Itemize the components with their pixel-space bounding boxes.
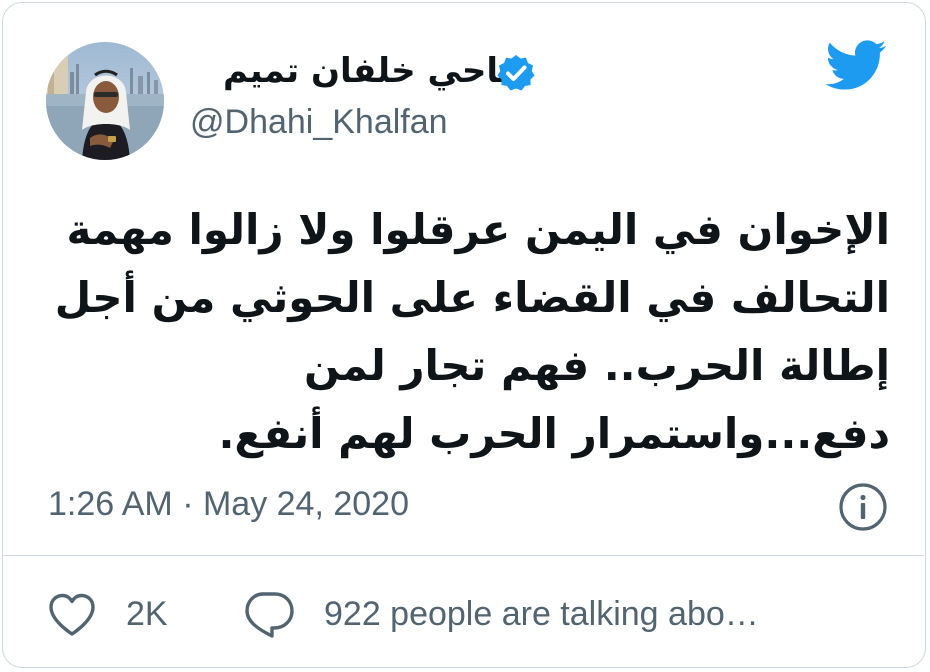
reply-icon[interactable] (243, 590, 295, 640)
author-handle[interactable]: @Dhahi_Khalfan (190, 100, 448, 144)
verified-badge-icon (496, 53, 536, 93)
avatar[interactable] (46, 42, 164, 160)
divider (2, 555, 924, 556)
tweet-timestamp[interactable]: 1:26 AM · May 24, 2020 (48, 482, 409, 526)
display-name[interactable]: ضاحي خلفان تميم (223, 49, 532, 93)
heart-icon[interactable] (47, 592, 97, 638)
like-count[interactable]: 2K (126, 592, 168, 636)
info-icon[interactable] (838, 482, 888, 532)
twitter-bird-icon[interactable] (823, 38, 887, 92)
conversation-count[interactable]: 922 people are talking abo… (324, 592, 759, 636)
tweet-text: الإخوان في اليمن عرقلوا ولا زالوا مهمة ا… (54, 205, 890, 458)
